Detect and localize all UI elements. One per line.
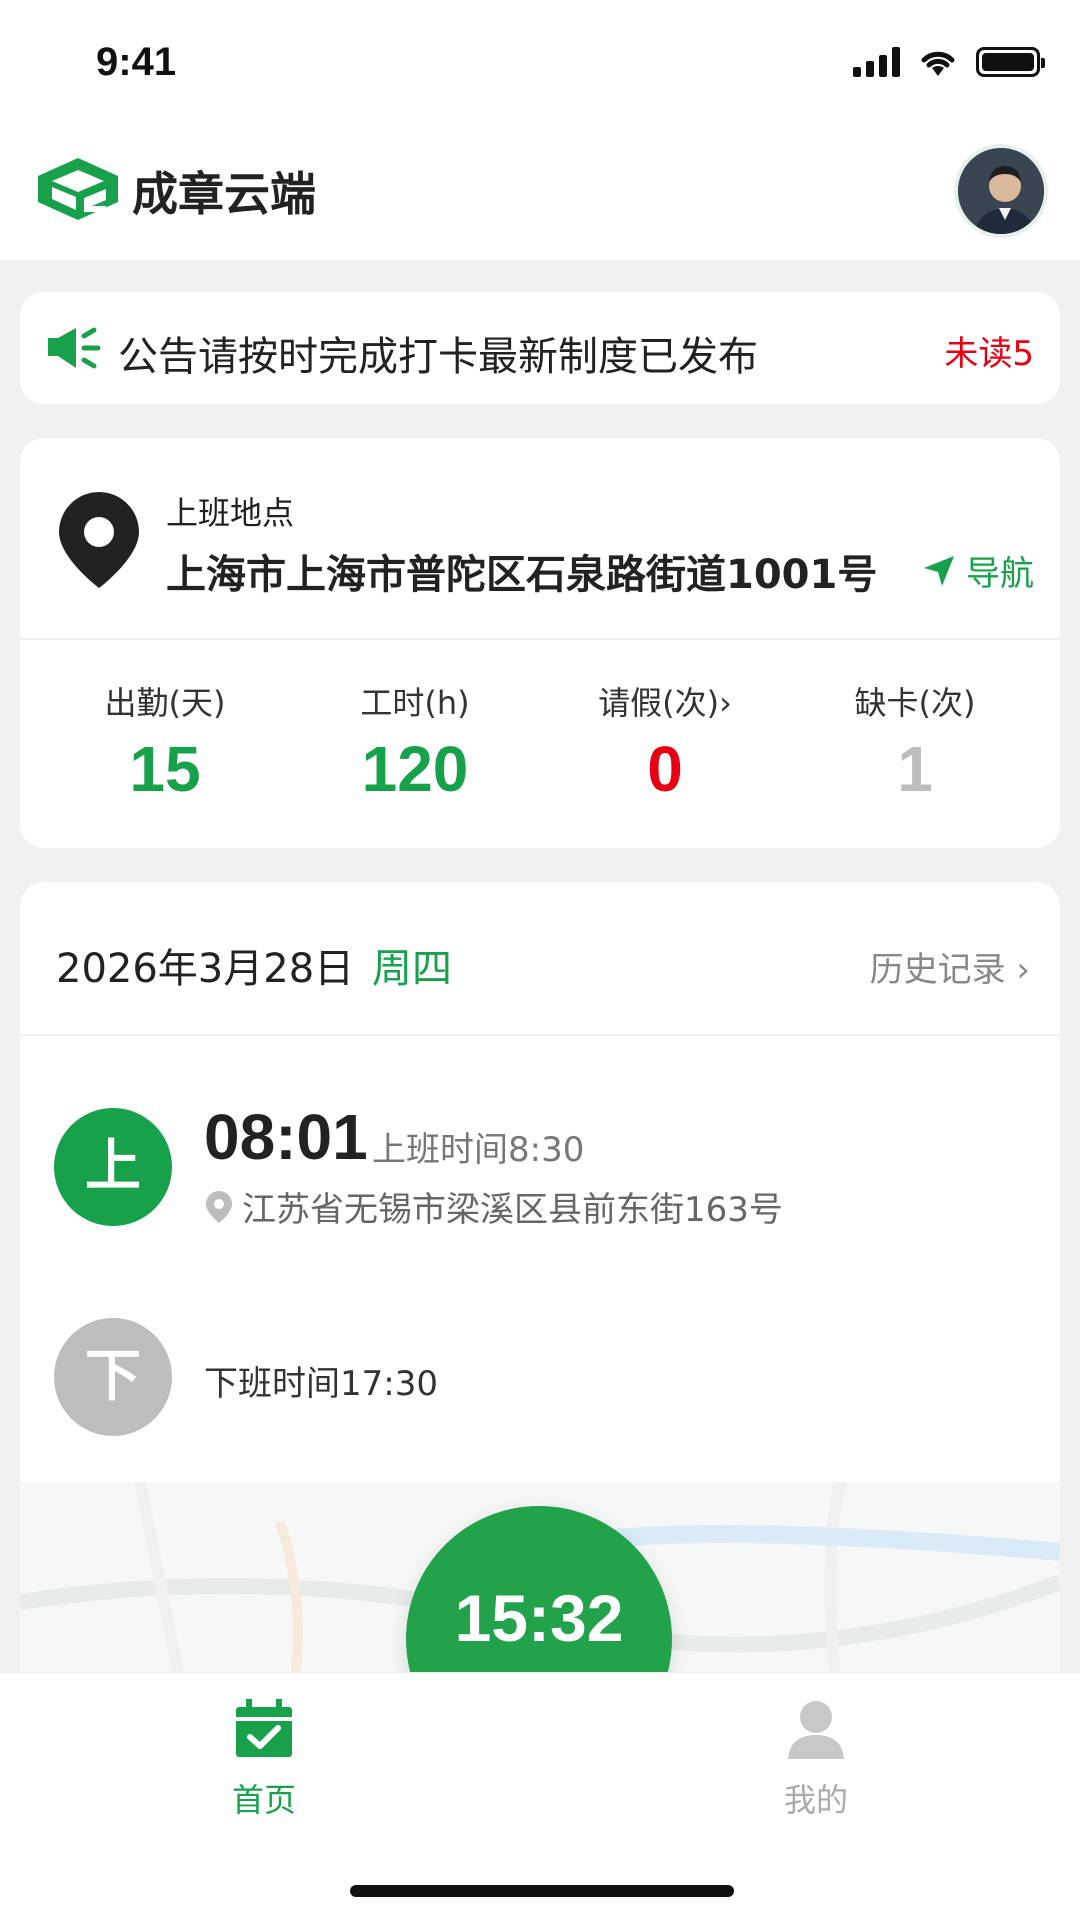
cellular-signal-icon — [853, 47, 900, 77]
history-records-link[interactable]: 历史记录 › — [870, 942, 1030, 991]
stat-label: 请假(次)› — [598, 684, 732, 722]
status-icons — [853, 46, 1045, 78]
brand-logo-icon — [38, 158, 118, 220]
tab-mine-label: 我的 — [783, 1781, 848, 1819]
current-time: 15:32 — [454, 1581, 624, 1655]
stat-value: 0 — [647, 733, 683, 805]
stat-label: 工时(h) — [360, 684, 470, 722]
stat-missed-punch: 缺卡(次) 1 — [800, 678, 1030, 806]
notice-unread-badge[interactable]: 未读5 — [944, 326, 1034, 375]
home-indicator[interactable] — [350, 1885, 734, 1897]
stat-attendance-days: 出勤(天) 15 — [50, 678, 280, 806]
stat-label: 出勤(天) — [104, 684, 226, 722]
work-location-address: 上海市上海市普陀区石泉路街道1001号 — [166, 552, 878, 598]
megaphone-icon — [48, 327, 101, 369]
app-header: 成章云端 — [0, 130, 1080, 260]
stat-leave-count[interactable]: 请假(次)› 0 — [550, 678, 780, 806]
clock-in-place-text: 江苏省无锡市梁溪区县前东街163号 — [242, 1190, 783, 1230]
clock-out-badge: 下 — [54, 1318, 172, 1436]
user-icon — [788, 1701, 844, 1759]
clock-in-place: 江苏省无锡市梁溪区县前东街163号 — [204, 1182, 783, 1231]
status-time: 9:41 — [96, 40, 177, 84]
location-stats-card: 上班地点 上海市上海市普陀区石泉路街道1001号 导航 出勤(天) 15 工时(… — [20, 438, 1060, 848]
battery-icon — [976, 47, 1045, 77]
divider — [20, 1034, 1060, 1036]
app-page: 9:41 成章云端 公告请按时完成打卡最新制度已发布 未读5 上班地点 上海市上… — [0, 0, 1080, 1920]
avatar-photo — [958, 148, 1044, 234]
brand-name: 成章云端 — [132, 167, 316, 221]
tab-mine[interactable]: 我的 — [716, 1697, 916, 1821]
work-location-label: 上班地点 — [166, 494, 295, 532]
clock-in-time: 08:01 — [204, 1101, 368, 1173]
status-bar: 9:41 — [0, 0, 1080, 130]
stat-work-hours: 工时(h) 120 — [300, 678, 530, 806]
navigate-label: 导航 — [966, 554, 1034, 594]
clock-out-schedule: 下班时间17:30 — [204, 1364, 438, 1404]
location-pin-icon — [59, 492, 139, 588]
stat-value: 15 — [129, 733, 201, 805]
tab-home-label: 首页 — [231, 1781, 296, 1819]
clock-in-schedule: 上班时间8:30 — [372, 1130, 585, 1170]
stat-value: 120 — [361, 733, 469, 805]
calendar-check-icon — [236, 1699, 292, 1757]
notice-card[interactable]: 公告请按时完成打卡最新制度已发布 未读5 — [20, 292, 1060, 404]
avatar[interactable] — [954, 144, 1048, 238]
tab-bar: 首页 我的 — [0, 1672, 1080, 1920]
tab-home[interactable]: 首页 — [164, 1697, 364, 1821]
navigate-button[interactable]: 导航 — [922, 546, 1034, 595]
clock-in-badge: 上 — [54, 1108, 172, 1226]
navigation-arrow-icon — [924, 555, 954, 586]
attendance-weekday: 周四 — [372, 946, 452, 992]
divider — [20, 638, 1060, 640]
location-pin-icon — [206, 1190, 232, 1223]
attendance-date: 2026年3月28日 — [56, 946, 355, 992]
stat-label: 缺卡(次) — [854, 684, 976, 722]
wifi-icon — [921, 51, 955, 76]
stat-value: 1 — [897, 733, 933, 805]
notice-text: 公告请按时完成打卡最新制度已发布 — [118, 334, 758, 380]
